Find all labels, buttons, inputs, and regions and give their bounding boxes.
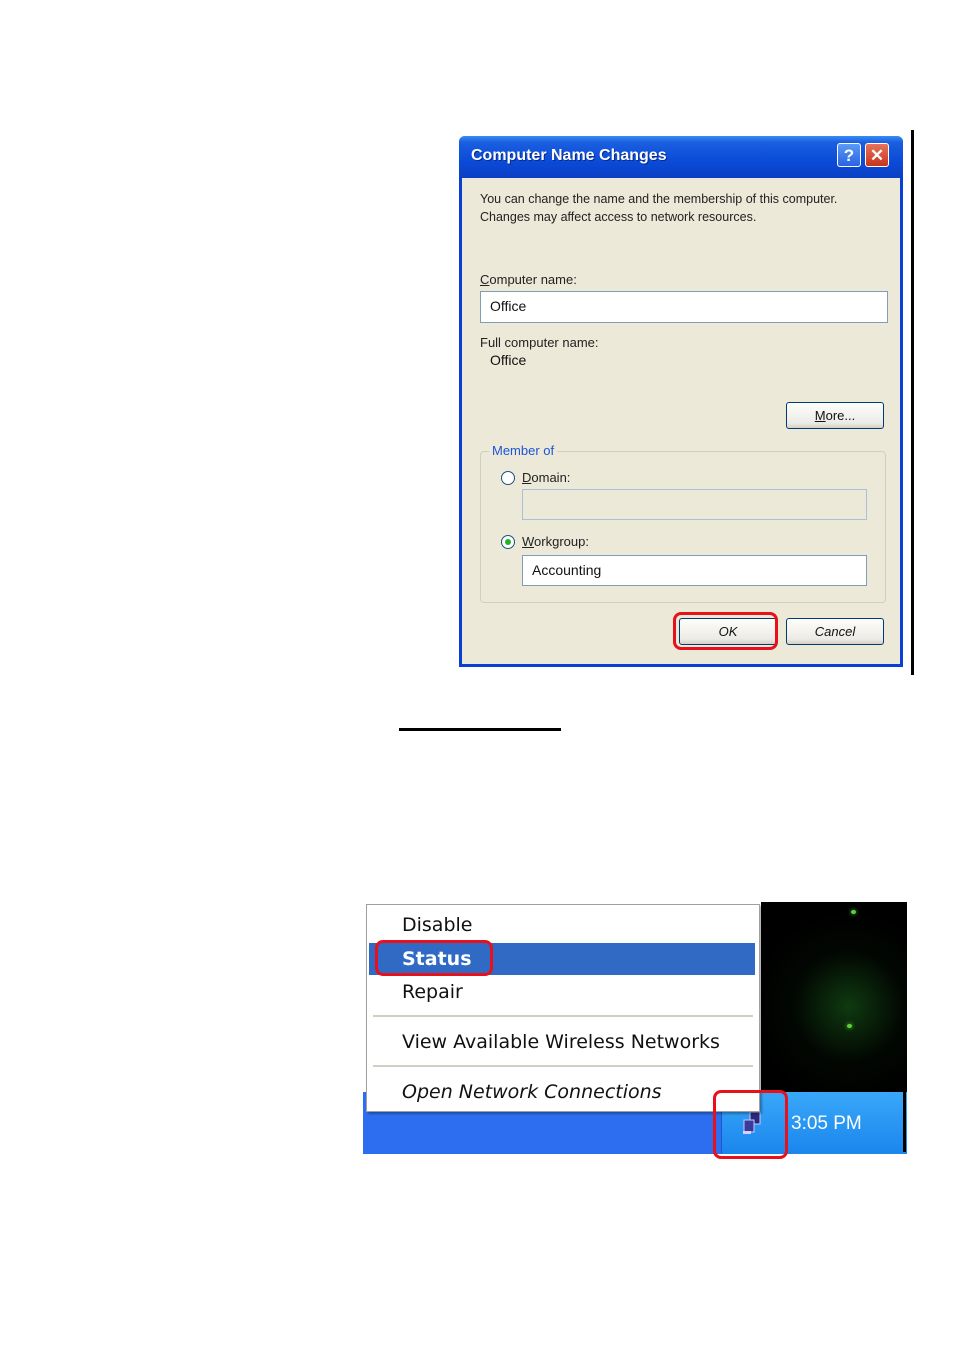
computer-name-label: Computer name: [480,272,577,287]
desktop-glow [851,910,856,914]
computer-name-input[interactable]: Office [480,291,888,323]
full-computer-name-value: Office [490,352,527,368]
dialog-description: You can change the name and the membersh… [480,192,838,224]
menu-item-disable[interactable]: Disable [369,909,755,941]
network-context-menu: Disable Status Repair View Available Wir… [366,904,760,1112]
help-button[interactable]: ? [837,143,861,167]
close-button[interactable]: ✕ [865,143,889,167]
menu-separator [373,1065,753,1067]
close-icon: ✕ [869,146,885,165]
cancel-button[interactable]: Cancel [786,618,884,645]
status-highlight-box [375,940,493,976]
workgroup-input[interactable]: Accounting [522,555,867,586]
member-of-legend: Member of [489,443,558,458]
desktop-background [761,902,907,1092]
menu-item-open-network-connections[interactable]: Open Network Connections [369,1076,755,1108]
more-button[interactable]: More... [786,402,884,429]
domain-label: Domain: [522,470,571,485]
desktop-glow [847,1024,852,1028]
domain-input[interactable] [522,489,867,520]
full-computer-name-label: Full computer name: [480,335,599,350]
taskbar-clock[interactable]: 3:05 PM [791,1113,862,1135]
domain-radio[interactable] [501,471,515,485]
member-of-group: Member of Domain: Workgroup: Accounting [480,443,886,603]
crop-edge-line [911,130,914,675]
menu-item-view-wireless-networks[interactable]: View Available Wireless Networks [369,1026,755,1058]
dialog-titlebar[interactable]: Computer Name Changes ? ✕ [459,136,903,178]
section-rule [399,728,561,731]
workgroup-label: Workgroup: [522,534,589,549]
menu-item-repair[interactable]: Repair [369,976,755,1008]
crop-edge-line [903,1090,906,1152]
ok-highlight-box [673,612,778,650]
computer-name-changes-dialog: Computer Name Changes ? ✕ You can change… [459,136,903,667]
workgroup-radio[interactable] [501,535,515,549]
tray-icon-highlight-box [713,1090,788,1159]
menu-separator [373,1015,753,1017]
help-icon: ? [843,146,855,165]
dialog-title: Computer Name Changes [471,147,667,164]
